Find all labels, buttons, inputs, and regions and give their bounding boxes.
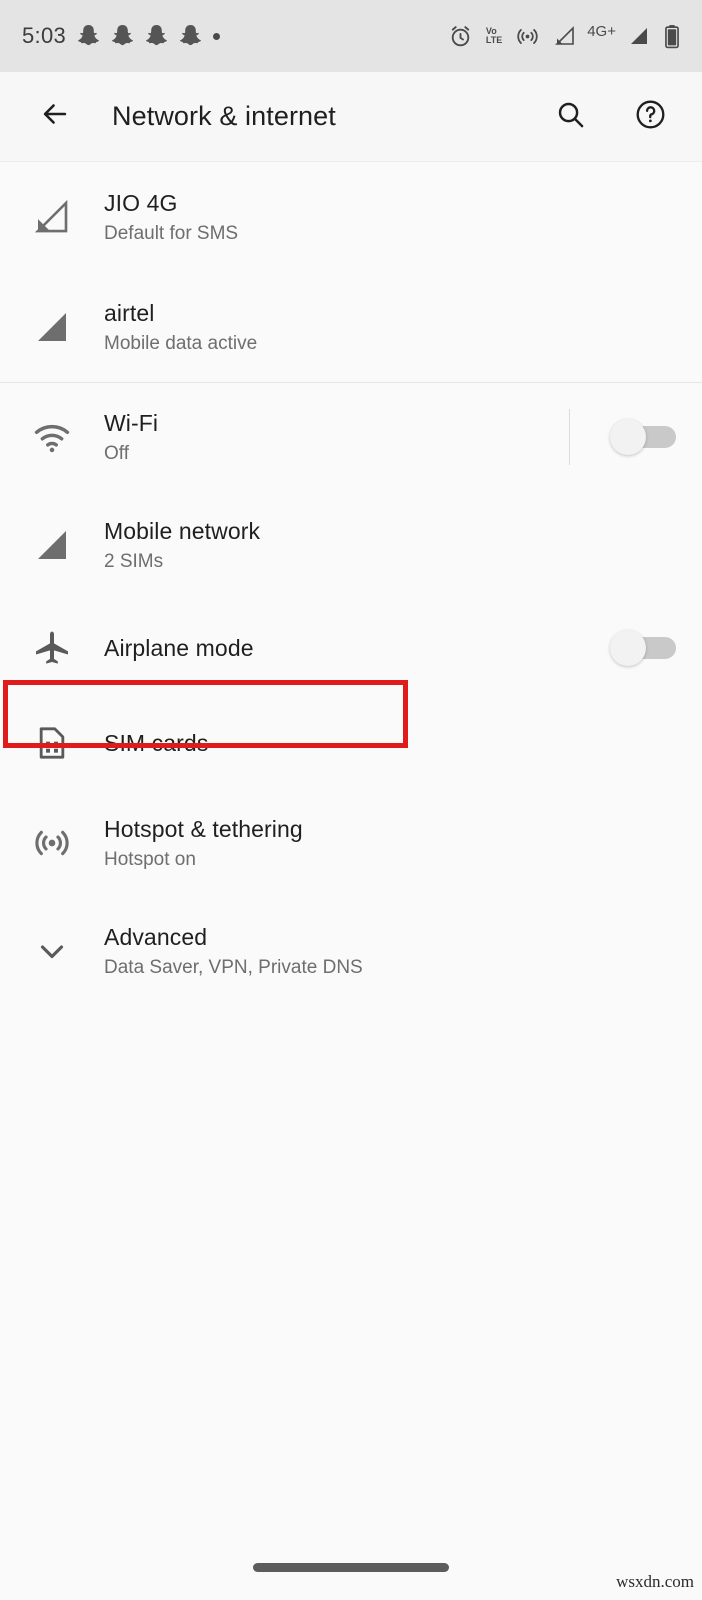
more-notifications-dot-icon [213, 32, 221, 40]
list-item-title: airtel [104, 299, 155, 326]
app-bar: Network & internet [0, 72, 702, 162]
search-button[interactable] [546, 93, 594, 141]
signal-sim1-icon [553, 24, 577, 48]
list-item-subtitle: Mobile data active [104, 332, 258, 354]
snapchat-icon [111, 24, 134, 49]
hotspot-icon [0, 822, 104, 864]
app-bar-actions [546, 93, 674, 141]
toggle-divider [569, 409, 570, 465]
status-bar: 5:03 Vo LTE 4G+ [0, 0, 702, 72]
list-item-subtitle: 2 SIMs [104, 550, 164, 572]
list-item-title: Hotspot & tethering [104, 815, 303, 842]
network-type-label: 4G+ [587, 23, 616, 40]
list-item-title: JIO 4G [104, 189, 178, 216]
snapchat-icon [77, 24, 100, 49]
wifi-toggle[interactable] [610, 419, 676, 455]
list-item-text: Wi-Fi Off [104, 408, 569, 467]
hotspot-icon [515, 24, 540, 49]
list-item-text: Mobile network 2 SIMs [104, 516, 676, 575]
list-item-control [610, 630, 676, 666]
signal-full-icon [0, 306, 104, 348]
list-item-text: Hotspot & tethering Hotspot on [104, 814, 676, 873]
signal-sim2-icon [627, 24, 651, 48]
list-item-wifi[interactable]: Wi-Fi Off [0, 383, 702, 491]
status-bar-clock: 5:03 [22, 23, 67, 48]
list-item-subtitle: Data Saver, VPN, Private DNS [104, 956, 363, 978]
list-item-title: Mobile network [104, 517, 261, 544]
page-title: Network & internet [112, 101, 336, 131]
list-item-text: JIO 4G Default for SMS [104, 188, 676, 247]
list-item-sim-cards[interactable]: SIM cards [0, 697, 702, 789]
signal-full-icon [0, 524, 104, 566]
phone-screen: 5:03 Vo LTE 4G+ Network & internet JIO 4… [0, 0, 702, 1600]
list-item-text: airtel Mobile data active [104, 298, 676, 357]
list-item-text: Advanced Data Saver, VPN, Private DNS [104, 922, 676, 981]
volte-icon: Vo LTE [485, 26, 503, 45]
list-item-airtel[interactable]: airtel Mobile data active [0, 272, 702, 382]
search-icon [555, 99, 586, 135]
battery-icon [664, 24, 680, 49]
list-item-subtitle: Default for SMS [104, 222, 239, 244]
list-item-mobile-network[interactable]: Mobile network 2 SIMs [0, 491, 702, 599]
list-item-control [569, 409, 676, 465]
list-item-text: Airplane mode [104, 633, 610, 663]
back-button[interactable] [30, 92, 80, 142]
airplane-icon [0, 628, 104, 668]
help-icon [634, 98, 667, 136]
snapchat-icon [179, 24, 202, 49]
snapchat-icon [145, 24, 168, 49]
chevron-down-icon [0, 932, 104, 970]
settings-section: Wi-Fi Off Mobile network 2 SIMs Airplane… [0, 383, 702, 1005]
toggle-thumb [610, 419, 646, 455]
list-item-advanced[interactable]: Advanced Data Saver, VPN, Private DNS [0, 897, 702, 1005]
list-item-subtitle: Hotspot on [104, 848, 196, 870]
list-item-subtitle: Off [104, 442, 129, 464]
wifi-icon [0, 416, 104, 458]
home-gesture-pill[interactable] [253, 1563, 449, 1572]
list-item-title: SIM cards [104, 730, 209, 756]
alarm-icon [448, 24, 473, 49]
toggle-thumb [610, 630, 646, 666]
list-item-text: SIM cards [104, 728, 676, 758]
status-bar-left: 5:03 [22, 23, 221, 49]
help-button[interactable] [626, 93, 674, 141]
airplane-mode-toggle[interactable] [610, 630, 676, 666]
sim-card-icon [0, 723, 104, 763]
signal-partial-icon [0, 196, 104, 238]
list-item-hotspot-tethering[interactable]: Hotspot & tethering Hotspot on [0, 789, 702, 897]
list-item-title: Wi-Fi [104, 409, 159, 436]
list-item-title: Advanced [104, 923, 208, 950]
status-bar-right: Vo LTE 4G+ [448, 23, 680, 49]
list-item-jio[interactable]: JIO 4G Default for SMS [0, 162, 702, 272]
sim-section: JIO 4G Default for SMS airtel Mobile dat… [0, 162, 702, 382]
list-item-airplane-mode[interactable]: Airplane mode [0, 599, 702, 697]
list-item-title: Airplane mode [104, 635, 254, 661]
back-arrow-icon [38, 97, 72, 136]
watermark: wsxdn.com [616, 1572, 694, 1591]
